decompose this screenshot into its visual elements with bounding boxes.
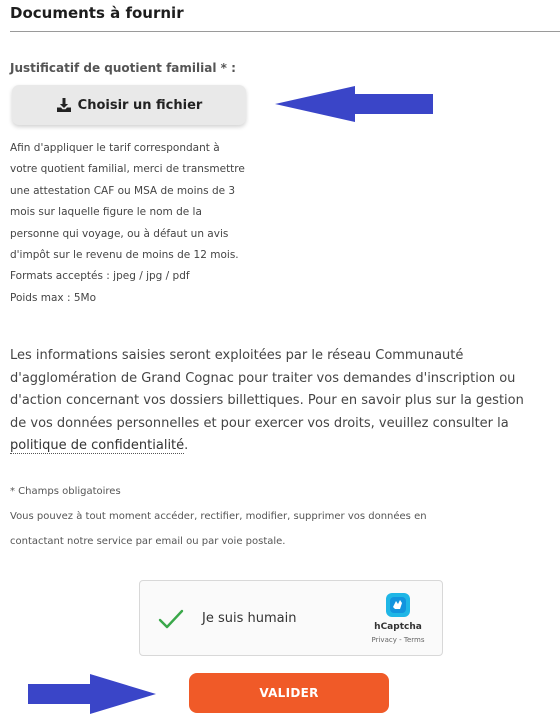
privacy-link-suffix: . [184,438,189,453]
captcha-links: Privacy - Terms [368,636,428,644]
download-icon [56,97,72,113]
privacy-line: d'agglomération de Grand Cognac pour tra… [10,370,516,386]
captcha-widget[interactable]: Je suis humain hCaptcha Privacy - Terms [139,580,443,656]
privacy-line: de vos données personnelles et pour exer… [10,415,509,431]
help-line: Afin d'appliquer le tarif correspondant … [10,142,220,154]
accepted-formats: Formats acceptés : jpeg / jpg / pdf [10,270,190,283]
section-title: Documents à fournir [10,4,184,22]
help-line: votre quotient familial, merci de transm… [10,163,245,176]
choose-file-button[interactable]: Choisir un fichier [12,85,246,125]
captcha-link-separator: - [396,636,404,644]
help-line: personne qui voyage, ou à défaut un avis [10,227,229,240]
captcha-privacy-link[interactable]: Privacy [372,636,397,644]
submit-button[interactable]: VALIDER [189,673,389,713]
max-size: Poids max : 5Mo [10,291,97,304]
checkmark-icon [158,609,184,629]
captcha-label: Je suis humain [202,611,297,626]
rights-note-line: contactant notre service par email ou pa… [10,536,286,547]
captcha-terms-link[interactable]: Terms [404,636,425,644]
arrow-pointing-file-button [275,86,433,122]
privacy-notice: Les informations saisies seront exploité… [10,345,560,458]
form-notes: * Champs obligatoires Vous pouvez à tout… [10,479,560,554]
privacy-line: d'action concernant vos dossiers billett… [10,393,524,408]
hcaptcha-logo-icon [386,593,410,617]
privacy-policy-link[interactable]: politique de confidentialité [10,438,185,454]
rights-note-line: Vous pouvez à tout moment accéder, recti… [10,511,427,522]
required-fields-note: * Champs obligatoires [10,486,121,497]
help-line: une attestation CAF ou MSA de moins de 3 [10,184,236,197]
privacy-line: Les informations saisies seront exploité… [10,348,464,363]
upload-help-text: Afin d'appliquer le tarif correspondant … [10,138,290,309]
help-line: d'impôt sur le revenu de moins de 12 moi… [10,249,239,262]
captcha-brand: hCaptcha [374,622,422,632]
help-line: mois sur laquelle figure le nom de la [10,206,202,219]
choose-file-label: Choisir un fichier [77,97,203,113]
arrow-pointing-submit-button [28,674,156,714]
field-label: Justificatif de quotient familial * : [10,61,236,75]
section-divider [10,31,560,32]
